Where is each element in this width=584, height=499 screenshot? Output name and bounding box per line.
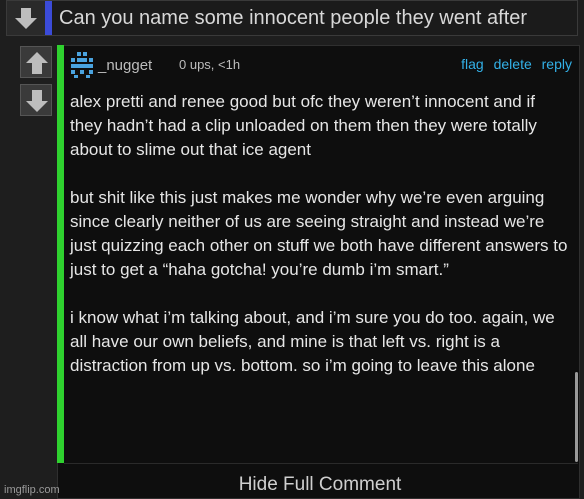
parent-downvote-button[interactable] — [7, 1, 46, 35]
comment-paragraph: alex pretti and renee good but ofc they … — [70, 92, 537, 159]
comment-depth-stripe — [57, 45, 64, 463]
downvote-button[interactable] — [20, 84, 52, 116]
upvote-button[interactable] — [20, 46, 52, 78]
flag-link[interactable]: flag — [461, 56, 484, 72]
hide-full-comment-button[interactable]: Hide Full Comment — [0, 474, 584, 496]
downvote-arrow-icon — [15, 8, 37, 29]
reply-link[interactable]: reply — [542, 56, 572, 72]
user-avatar[interactable] — [68, 51, 96, 79]
parent-comment-text: Can you name some innocent people they w… — [59, 7, 528, 29]
comment-body: alex pretti and renee good but ofc they … — [70, 90, 570, 378]
comment-paragraph: i know what i’m talking about, and i’m s… — [70, 308, 555, 375]
parent-comment: Can you name some innocent people they w… — [6, 0, 578, 36]
comment-paragraph: but shit like this just makes me wonder … — [70, 188, 568, 279]
scrollbar[interactable] — [575, 372, 578, 462]
divider — [64, 463, 578, 464]
comment-actions: flag delete reply — [455, 56, 572, 72]
upvote-arrow-icon — [26, 52, 48, 74]
downvote-arrow-icon — [26, 90, 48, 112]
delete-link[interactable]: delete — [494, 56, 532, 72]
parent-depth-stripe — [45, 1, 52, 35]
username-link[interactable]: _nugget — [98, 57, 152, 74]
watermark: imgflip.com — [4, 484, 60, 496]
comment-meta: 0 ups, <1h — [179, 57, 241, 72]
